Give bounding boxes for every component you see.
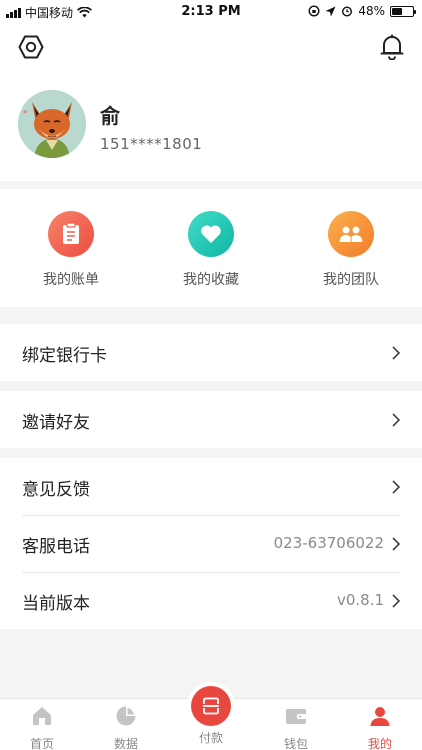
settings-hexagon-icon[interactable]: [18, 34, 44, 60]
user-name: 俞: [100, 104, 120, 128]
user-phone: 151****1801: [100, 135, 203, 153]
quick-actions: 我的账单 我的收藏 我的团队: [0, 189, 422, 307]
status-right: 48%: [308, 4, 416, 18]
quick-action-team[interactable]: 我的团队: [291, 211, 411, 289]
menu-group-support: 意见反馈 客服电话 023-63706022 当前版本 v0.8.1: [0, 458, 422, 629]
chevron-right-icon: [392, 594, 401, 608]
tab-label: 钱包: [283, 737, 308, 750]
service-phone-value: 023-63706022: [273, 534, 384, 552]
menu-item-label: 邀请好友: [22, 413, 90, 433]
fox-avatar-icon: [18, 90, 86, 158]
pay-label: 付款: [198, 731, 223, 745]
version-value: v0.8.1: [336, 591, 384, 609]
menu-group-invite: 邀请好友: [0, 391, 422, 448]
pie-chart-icon: [116, 706, 136, 726]
menu-item-version[interactable]: 当前版本 v0.8.1: [0, 572, 422, 629]
chevron-right-icon: [392, 413, 401, 427]
status-bar: 中国移动 2:13 PM 48%: [0, 0, 422, 22]
pay-button[interactable]: [191, 686, 231, 726]
quick-action-bill[interactable]: 我的账单: [11, 211, 131, 289]
menu-item-service-phone[interactable]: 客服电话 023-63706022: [0, 515, 422, 572]
menu-item-label: 客服电话: [22, 537, 90, 557]
tab-home[interactable]: 首页: [12, 705, 72, 750]
tab-label: 数据: [113, 737, 138, 750]
alarm-icon: [342, 6, 353, 17]
heart-icon: [188, 211, 234, 257]
chevron-right-icon: [392, 537, 401, 551]
quick-action-label: 我的团队: [323, 272, 379, 288]
tab-data[interactable]: 数据: [96, 705, 156, 750]
menu-group-bank: 绑定银行卡: [0, 324, 422, 381]
bell-icon[interactable]: [380, 34, 404, 60]
team-icon: [328, 211, 374, 257]
tab-wallet[interactable]: 钱包: [266, 705, 326, 750]
user-icon: [370, 707, 390, 726]
profile-header: 俞 151****1801: [0, 22, 422, 181]
bill-icon: [48, 211, 94, 257]
battery-percent: 48%: [358, 4, 385, 18]
scan-pay-icon: [203, 697, 219, 715]
tab-label: 我的: [367, 737, 392, 750]
chevron-right-icon: [392, 480, 401, 494]
quick-action-favorites[interactable]: 我的收藏: [151, 211, 271, 289]
wallet-icon: [286, 709, 306, 724]
menu-item-label: 当前版本: [22, 594, 90, 614]
battery-icon: [390, 5, 416, 17]
rotation-lock-icon: [308, 5, 320, 17]
menu-item-bind-card[interactable]: 绑定银行卡: [0, 324, 422, 381]
quick-action-label: 我的收藏: [183, 272, 239, 288]
tab-mine[interactable]: 我的: [350, 705, 410, 750]
menu-item-invite[interactable]: 邀请好友: [0, 391, 422, 448]
menu-item-label: 绑定银行卡: [22, 346, 107, 366]
location-icon: [325, 6, 336, 16]
menu-item-label: 意见反馈: [22, 480, 90, 500]
battery-level: [392, 7, 402, 15]
tab-label: 首页: [29, 737, 54, 750]
menu-item-feedback[interactable]: 意见反馈: [0, 458, 422, 515]
avatar[interactable]: [18, 90, 86, 158]
chevron-right-icon: [392, 346, 401, 360]
quick-action-label: 我的账单: [43, 272, 99, 288]
home-icon: [33, 707, 51, 725]
